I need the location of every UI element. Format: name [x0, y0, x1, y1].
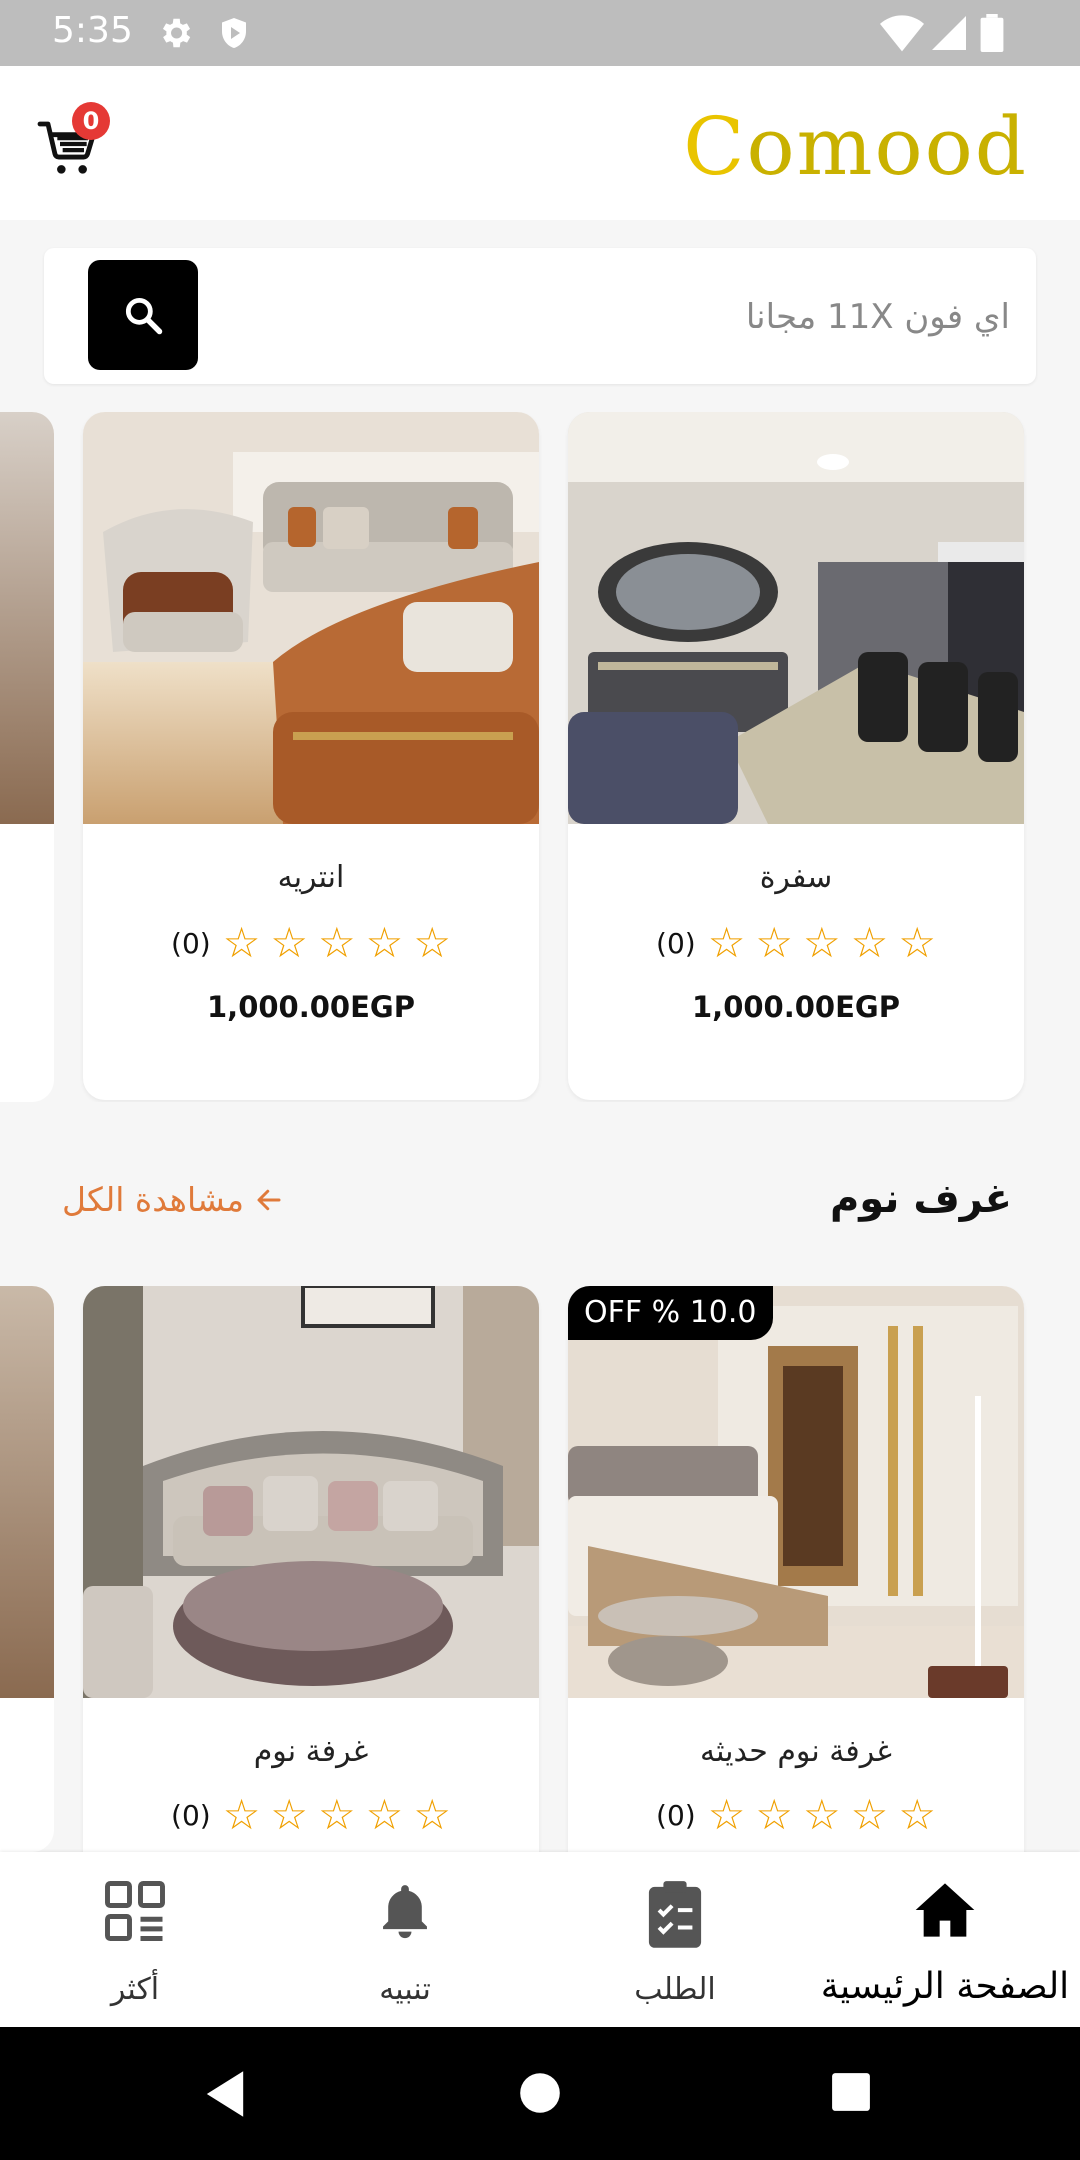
brand-logo-initial: C: [683, 100, 747, 193]
arrow-left-icon: [257, 1189, 281, 1210]
product-card[interactable]: سفرة (0) ☆ ☆ ☆ ☆ ☆ 1,000.00EGP: [568, 412, 1024, 1100]
product-card[interactable]: OFF % 10.0 غرفة نوم حديثه (0) ☆ ☆ ☆ ☆ ☆: [568, 1286, 1024, 1852]
star-icon: ☆: [318, 918, 356, 967]
product-rating: (0) ☆ ☆ ☆ ☆ ☆: [568, 922, 1024, 964]
bottom-nav: الصفحة الرئيسية الطلب تنبيه أكثر: [0, 1852, 1080, 2027]
status-bar: 5:35: [0, 0, 1080, 66]
star-icon: ☆: [850, 918, 889, 967]
product-card-partial[interactable]: [0, 412, 54, 1102]
star-icon: ☆: [898, 1790, 936, 1839]
product-name: غرفة نوم حديثه: [700, 1734, 892, 1769]
product-name: انتريه: [277, 860, 345, 895]
system-nav-bar: [0, 2027, 1080, 2160]
product-image: [83, 1286, 539, 1698]
rating-stars: ☆ ☆ ☆ ☆ ☆: [708, 922, 936, 964]
nav-label: أكثر: [110, 1972, 160, 2007]
star-icon: ☆: [222, 1790, 261, 1839]
product-card[interactable]: انتريه (0) ☆ ☆ ☆ ☆ ☆ 1,000.00EGP: [83, 412, 539, 1100]
search-button[interactable]: [88, 260, 198, 370]
app-header: 0 Comood: [0, 66, 1080, 220]
rating-stars: ☆ ☆ ☆ ☆ ☆: [223, 922, 451, 964]
product-rating: (0) ☆ ☆ ☆ ☆ ☆: [83, 922, 539, 964]
star-icon: ☆: [755, 918, 793, 967]
clipboard-icon: [648, 1881, 702, 1948]
product-image: [83, 412, 539, 824]
star-icon: ☆: [803, 918, 841, 967]
shield-play-icon: [222, 18, 246, 48]
product-price: 1,000.00EGP: [207, 990, 415, 1024]
star-icon: ☆: [365, 918, 404, 967]
star-icon: ☆: [318, 1790, 356, 1839]
view-all-label: مشاهدة الكل: [62, 1180, 245, 1219]
rating-stars: ☆ ☆ ☆ ☆ ☆: [223, 1794, 451, 1836]
star-icon: ☆: [270, 918, 308, 967]
status-time: 5:35: [52, 10, 133, 51]
search-input[interactable]: [248, 276, 1012, 358]
nav-label: تنبيه: [379, 1972, 431, 2007]
product-card-partial[interactable]: [0, 1286, 54, 1852]
product-card[interactable]: غرفة نوم (0) ☆ ☆ ☆ ☆ ☆: [83, 1286, 539, 1852]
nav-item-home[interactable]: الصفحة الرئيسية: [810, 1852, 1080, 2027]
section-title: غرف نوم: [829, 1176, 1012, 1222]
star-icon: ☆: [413, 1790, 451, 1839]
wifi-icon: [880, 15, 924, 52]
brand-logo: Comood: [683, 102, 1028, 192]
star-icon: ☆: [898, 918, 936, 967]
star-icon: ☆: [365, 1790, 404, 1839]
product-price: 1,000.00EGP: [692, 990, 900, 1024]
cart-count-badge: 0: [72, 102, 110, 140]
rating-count: (0): [171, 1798, 211, 1832]
rating-count: (0): [171, 926, 211, 960]
rating-stars: ☆ ☆ ☆ ☆ ☆: [708, 1794, 936, 1836]
rating-count: (0): [656, 1798, 696, 1832]
star-icon: ☆: [413, 918, 451, 967]
gear-icon: [162, 18, 191, 48]
search-icon: [125, 297, 163, 335]
bell-icon: [383, 1885, 427, 1939]
product-name: غرفة نوم: [253, 1734, 369, 1769]
star-icon: ☆: [270, 1790, 308, 1839]
battery-icon: [980, 14, 1004, 52]
home-circle-icon[interactable]: [518, 2071, 562, 2115]
home-icon: [915, 1883, 975, 1937]
product-image: OFF % 10.0: [568, 1286, 1024, 1698]
rating-count: (0): [656, 926, 696, 960]
search-bar: [44, 248, 1036, 384]
nav-label: الطلب: [634, 1972, 716, 2007]
product-image: [568, 412, 1024, 824]
product-row-featured: انتريه (0) ☆ ☆ ☆ ☆ ☆ 1,000.00EGP سفرة (0…: [0, 412, 1080, 1102]
product-rating: (0) ☆ ☆ ☆ ☆ ☆: [83, 1794, 539, 1836]
back-icon[interactable]: [202, 2069, 248, 2119]
product-rating: (0) ☆ ☆ ☆ ☆ ☆: [568, 1794, 1024, 1836]
star-icon: ☆: [755, 1790, 793, 1839]
signal-icon: [932, 16, 966, 50]
view-all-link[interactable]: مشاهدة الكل: [62, 1180, 284, 1219]
nav-item-orders[interactable]: الطلب: [540, 1852, 810, 2027]
discount-badge: OFF % 10.0: [568, 1286, 773, 1340]
nav-label: الصفحة الرئيسية: [820, 1966, 1070, 2007]
recents-icon[interactable]: [830, 2071, 872, 2113]
brand-logo-text: omood: [746, 100, 1028, 193]
product-row-bedrooms: غرفة نوم (0) ☆ ☆ ☆ ☆ ☆ OFF % 10.0 غرفة ن…: [0, 1286, 1080, 1852]
star-icon: ☆: [850, 1790, 889, 1839]
star-icon: ☆: [803, 1790, 841, 1839]
star-icon: ☆: [707, 1790, 746, 1839]
nav-item-more[interactable]: أكثر: [0, 1852, 270, 2027]
nav-item-notifications[interactable]: تنبيه: [270, 1852, 540, 2027]
product-name: سفرة: [759, 860, 833, 895]
star-icon: ☆: [222, 918, 261, 967]
grid-icon: [105, 1881, 165, 1941]
star-icon: ☆: [707, 918, 746, 967]
